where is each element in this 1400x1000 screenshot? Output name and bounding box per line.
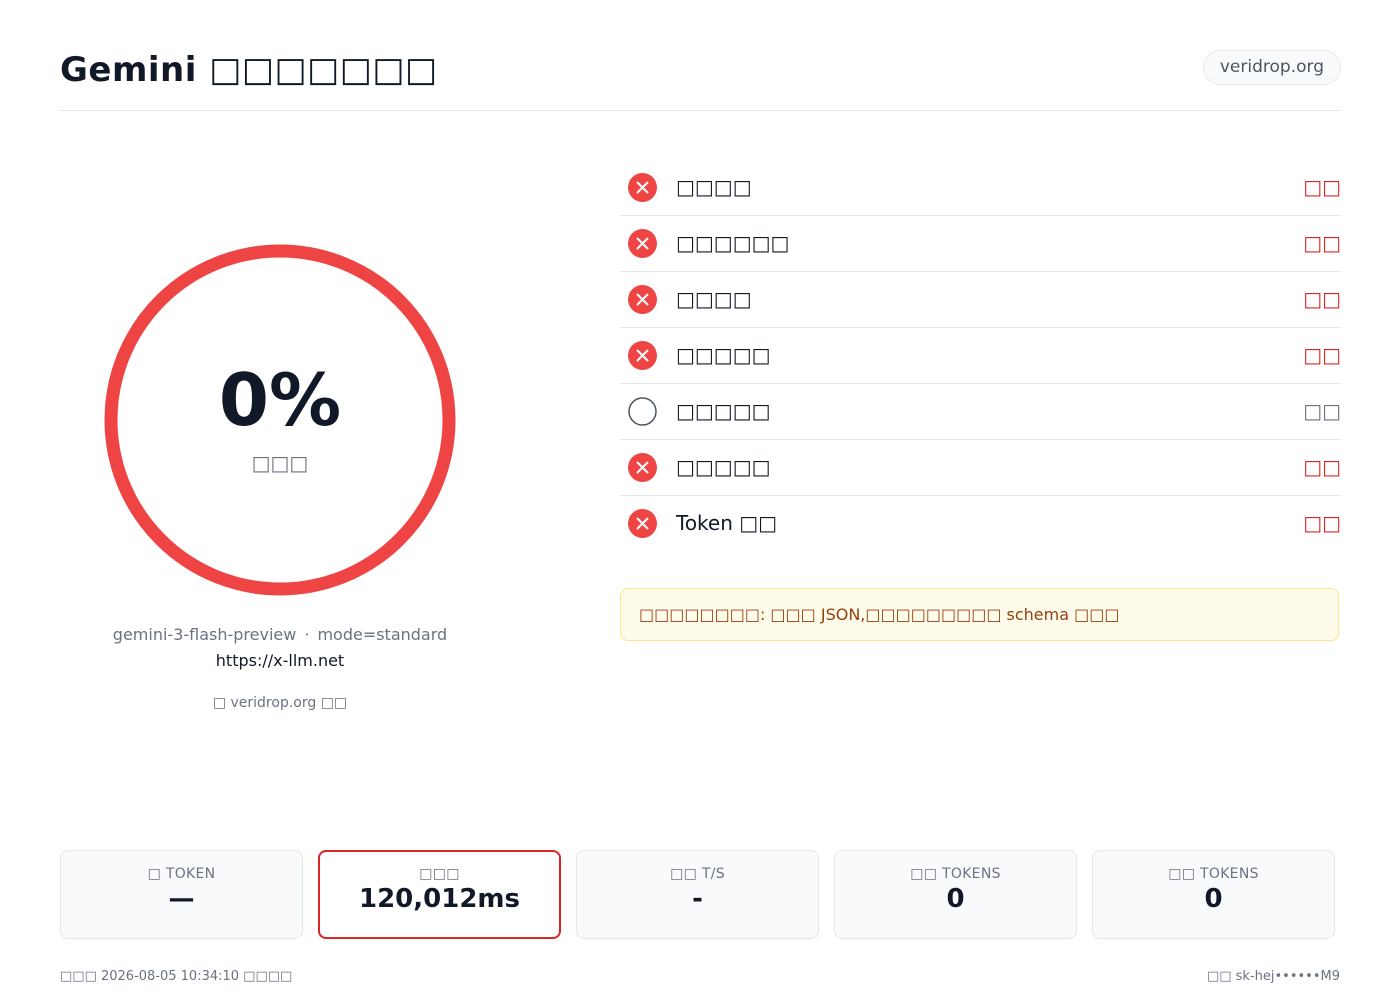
check-status: □□ bbox=[1303, 175, 1341, 199]
powered-by[interactable]: □ veridrop.org □□ bbox=[0, 695, 560, 711]
stat-card: □□ T/S - bbox=[576, 850, 819, 939]
stat-card: □□ TOKENS 0 bbox=[1092, 850, 1335, 939]
check-name: □□□□ bbox=[676, 287, 752, 311]
check-row: □□□□□□ □□ bbox=[620, 216, 1341, 272]
endpoint-url[interactable]: https://x-llm.net bbox=[0, 651, 560, 670]
score-label: □□□ bbox=[251, 451, 309, 475]
x-circle-icon bbox=[628, 341, 657, 370]
warning-banner: □□□□□□□□: □□□ JSON,□□□□□□□□□ schema □□□ bbox=[620, 588, 1339, 641]
check-name: □□□□ bbox=[676, 175, 752, 199]
check-name: □□□□□□ bbox=[676, 231, 790, 255]
header: Gemini □□□□□□□ veridrop.org bbox=[60, 42, 1341, 111]
x-circle-icon bbox=[628, 229, 657, 258]
stat-card: □□ TOKENS 0 bbox=[834, 850, 1077, 939]
model-mode: mode=standard bbox=[317, 625, 448, 644]
check-row: □□□□ □□ bbox=[620, 160, 1341, 216]
x-circle-icon bbox=[628, 173, 657, 202]
check-row: □□□□□ □□ bbox=[620, 440, 1341, 496]
stat-label: □□□ bbox=[419, 866, 460, 882]
stat-label: □□ T/S bbox=[670, 866, 725, 882]
stat-card: □ TOKEN — bbox=[60, 850, 303, 939]
check-status: □□ bbox=[1303, 455, 1341, 479]
stat-card-latency: □□□ 120,012ms bbox=[318, 850, 561, 939]
check-row: □□□□□ □□ bbox=[620, 328, 1341, 384]
model-name: gemini-3-flash-preview bbox=[112, 625, 297, 644]
footer-timestamp: □□□ 2026-08-05 10:34:10 □□□□ bbox=[60, 969, 293, 984]
check-row: Token □□ □□ bbox=[620, 496, 1341, 551]
check-status: □□ bbox=[1303, 399, 1341, 423]
check-name: □□□□□ bbox=[676, 399, 771, 423]
stat-label: □□ TOKENS bbox=[1168, 866, 1259, 882]
site-badge[interactable]: veridrop.org bbox=[1202, 50, 1341, 85]
check-name: □□□□□ bbox=[676, 343, 771, 367]
score-value: 0% bbox=[218, 358, 342, 442]
separator: · bbox=[304, 625, 310, 644]
stat-label: □ TOKEN bbox=[147, 866, 216, 882]
check-list: □□□□ □□ □□□□□□ □□ □□□□ □□ □□□□□ □□ □□□□□ □□ □… bbox=[620, 160, 1341, 551]
stat-value: 0 bbox=[946, 884, 965, 914]
check-row: □□□□ □□ bbox=[620, 272, 1341, 328]
x-circle-icon bbox=[628, 285, 657, 314]
stat-value: 120,012ms bbox=[359, 884, 520, 914]
check-status: □□ bbox=[1303, 343, 1341, 367]
empty-circle-icon bbox=[628, 397, 657, 426]
stat-label: □□ TOKENS bbox=[910, 866, 1001, 882]
x-circle-icon bbox=[628, 453, 657, 482]
page-title: Gemini □□□□□□□ bbox=[60, 50, 438, 90]
check-status: □□ bbox=[1303, 231, 1341, 255]
check-status: □□ bbox=[1303, 287, 1341, 311]
stat-value: — bbox=[168, 884, 195, 914]
stat-value: 0 bbox=[1204, 884, 1223, 914]
x-circle-icon bbox=[628, 509, 657, 538]
stat-value: - bbox=[692, 884, 703, 914]
check-name: Token □□ bbox=[676, 511, 778, 535]
check-row: □□□□□ □□ bbox=[620, 384, 1341, 440]
check-name: □□□□□ bbox=[676, 455, 771, 479]
model-info: gemini-3-flash-preview · mode=standard bbox=[0, 625, 560, 644]
footer-key: □□ sk-hej••••••M9 bbox=[1206, 969, 1340, 984]
check-status: □□ bbox=[1303, 511, 1341, 535]
